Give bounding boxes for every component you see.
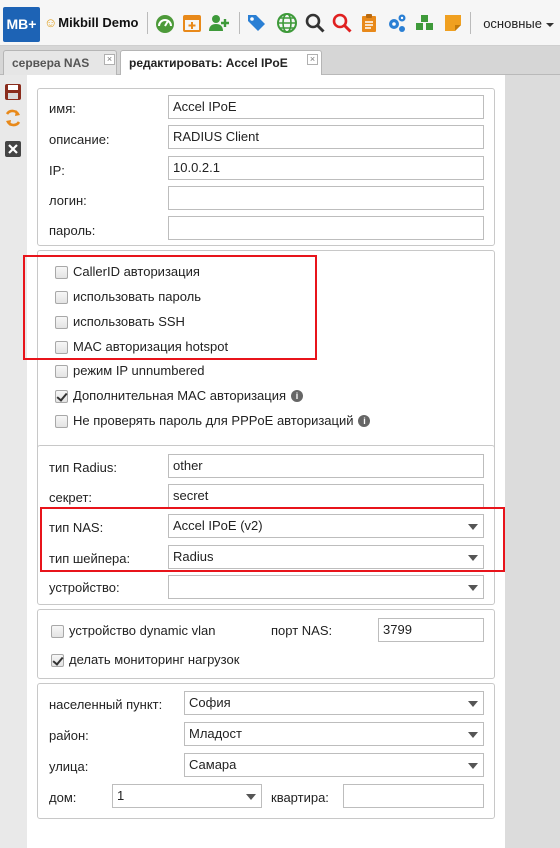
refresh-icon[interactable] [4, 109, 22, 127]
monitoring-label: делать мониторинг нагрузок [69, 652, 240, 667]
tab-label: редактировать: Accel IPoE [129, 56, 288, 70]
ip-unnumbered-checkbox[interactable] [55, 365, 68, 378]
radius-type-input[interactable]: other [168, 454, 484, 478]
extra-mac-row: Дополнительная MAC авторизация i [73, 388, 304, 403]
close-tab-icon[interactable]: × [307, 54, 318, 65]
login-input[interactable] [168, 186, 484, 210]
city-label: населенный пункт: [49, 697, 163, 712]
city-value: София [189, 695, 231, 710]
district-value: Младост [189, 726, 242, 741]
apartment-label: квартира: [271, 790, 329, 805]
address-fieldset: населенный пункт: София район: Младост у… [37, 683, 495, 819]
demo-label: Mikbill Demo [58, 15, 139, 30]
chevron-down-icon [468, 701, 478, 707]
calendar-add-icon[interactable] [181, 12, 203, 34]
secret-input[interactable]: secret [168, 484, 484, 508]
close-tab-icon[interactable]: × [104, 54, 115, 65]
device-label: устройство: [49, 580, 120, 595]
name-input[interactable]: Accel IPoE [168, 95, 484, 119]
extra-mac-label: Дополнительная MAC авторизация [73, 388, 287, 403]
house-value: 1 [117, 788, 125, 803]
chevron-down-icon [546, 22, 554, 27]
info-icon[interactable]: i [358, 415, 371, 427]
cubes-icon[interactable] [414, 12, 436, 34]
tab-nas-servers[interactable]: сервера NAS × [3, 50, 117, 75]
top-toolbar: MB+ ☺Mikbill Demo основные [0, 0, 560, 46]
name-label: имя: [49, 101, 76, 116]
password-label: пароль: [49, 223, 96, 238]
login-label: логин: [49, 193, 87, 208]
dynamic-vlan-label: устройство dynamic vlan [69, 623, 216, 638]
highlight-box-auth-options [23, 255, 317, 360]
chevron-down-icon [468, 585, 478, 591]
house-select[interactable]: 1 [112, 784, 262, 808]
extra-mac-checkbox[interactable] [55, 390, 68, 403]
device-select[interactable] [168, 575, 484, 599]
tab-bar: сервера NAS × редактировать: Accel IPoE … [0, 46, 560, 76]
toolbar-divider [470, 12, 471, 34]
password-input[interactable] [168, 216, 484, 240]
tags-icon[interactable] [246, 12, 268, 34]
vlan-fieldset: устройство dynamic vlan порт NAS: 3799 д… [37, 609, 495, 679]
toolbar-divider [239, 12, 240, 34]
app-logo[interactable]: MB+ [3, 7, 40, 42]
description-input[interactable]: RADIUS Client [168, 125, 484, 149]
highlight-box-nas-shaper [40, 507, 505, 572]
chevron-down-icon [468, 732, 478, 738]
skip-pppoe-password-checkbox[interactable] [55, 415, 68, 428]
street-value: Самара [189, 757, 237, 772]
city-select[interactable]: София [184, 691, 484, 715]
add-user-icon[interactable] [208, 12, 230, 34]
apartment-input[interactable] [343, 784, 484, 808]
dashboard-icon[interactable] [154, 12, 176, 34]
chevron-down-icon [468, 763, 478, 769]
secret-label: секрет: [49, 490, 93, 505]
main-menu-dropdown[interactable]: основные [483, 16, 554, 31]
demo-menu[interactable]: ☺Mikbill Demo [44, 15, 138, 30]
toolbar-divider [147, 12, 148, 34]
scroll-area [505, 75, 560, 848]
cat-icon: ☺ [44, 15, 58, 30]
globe-icon[interactable] [276, 12, 298, 34]
skip-pppoe-row: Не проверять пароль для PPPoE авторизаци… [73, 413, 371, 428]
radius-type-label: тип Radius: [49, 460, 117, 475]
district-select[interactable]: Младост [184, 722, 484, 746]
save-icon[interactable] [4, 83, 22, 101]
dynamic-vlan-checkbox[interactable] [51, 625, 64, 638]
skip-pppoe-label: Не проверять пароль для PPPoE авторизаци… [73, 413, 354, 428]
edit-form: имя: Accel IPoE описание: RADIUS Client … [27, 75, 505, 848]
monitoring-checkbox[interactable] [51, 654, 64, 667]
chevron-down-icon [246, 794, 256, 800]
nas-port-input[interactable]: 3799 [378, 618, 484, 642]
ip-unnumbered-label: режим IP unnumbered [73, 363, 205, 378]
general-fieldset: имя: Accel IPoE описание: RADIUS Client … [37, 88, 495, 246]
street-label: улица: [49, 759, 89, 774]
search-icon[interactable] [304, 12, 326, 34]
close-icon[interactable] [4, 140, 22, 158]
search-red-icon[interactable] [331, 12, 353, 34]
tab-label: сервера NAS [12, 56, 90, 70]
clipboard-icon[interactable] [358, 12, 380, 34]
settings-cogs-icon[interactable] [386, 12, 408, 34]
main-menu-label: основные [483, 16, 542, 31]
info-icon[interactable]: i [291, 390, 304, 402]
house-label: дом: [49, 790, 77, 805]
sticky-note-icon[interactable] [442, 12, 464, 34]
district-label: район: [49, 728, 89, 743]
street-select[interactable]: Самара [184, 753, 484, 777]
ip-label: IP: [49, 163, 65, 178]
ip-input[interactable]: 10.0.2.1 [168, 156, 484, 180]
nas-port-label: порт NAS: [271, 623, 333, 638]
description-label: описание: [49, 132, 110, 147]
tab-edit-accel-ipoe[interactable]: редактировать: Accel IPoE × [120, 50, 322, 76]
side-actions [0, 75, 27, 848]
